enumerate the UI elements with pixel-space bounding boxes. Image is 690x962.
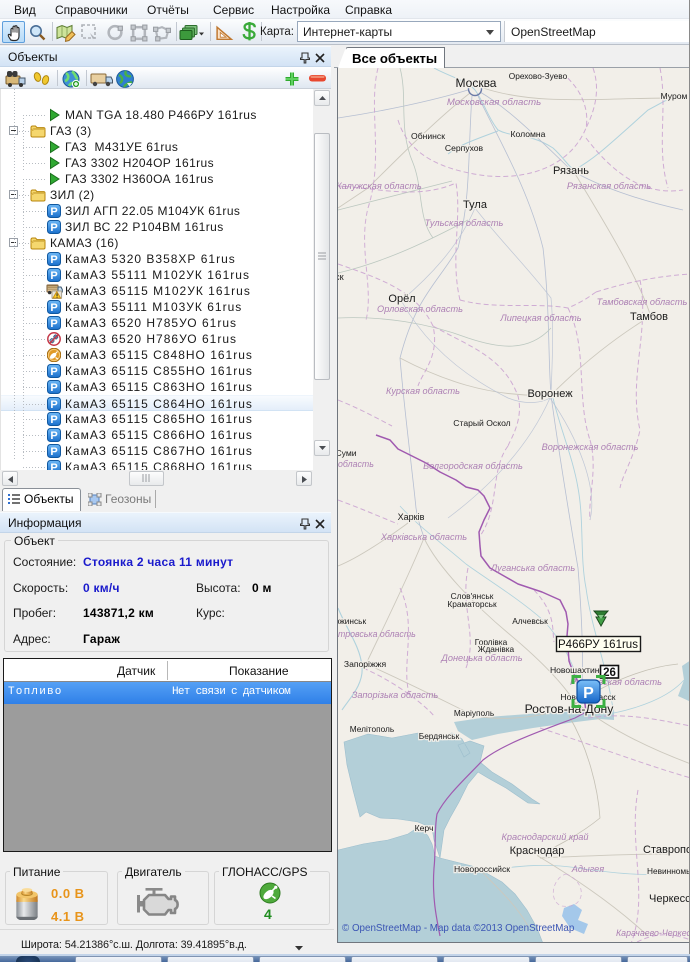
svg-text:Орехово-Зуево: Орехово-Зуево — [509, 71, 568, 81]
svg-text:Мелітополь: Мелітополь — [350, 724, 394, 734]
svg-text:Белгородская область: Белгородская область — [423, 461, 523, 471]
svg-text:P: P — [50, 366, 57, 378]
svg-text:Луганська область: Луганська область — [490, 563, 576, 573]
svg-text:P: P — [50, 462, 57, 470]
svg-text:Тула: Тула — [463, 199, 488, 211]
svg-text:Липецкая область: Липецкая область — [499, 313, 581, 323]
svg-text:Тамбовская область: Тамбовская область — [597, 297, 688, 307]
svg-text:Краматорськ: Краматорськ — [447, 599, 497, 609]
svg-text:Алчевськ: Алчевськ — [512, 616, 548, 626]
svg-text:Жданівка: Жданівка — [478, 644, 515, 654]
svg-text:Старый Оскол: Старый Оскол — [453, 418, 510, 428]
svg-text:Обнинск: Обнинск — [411, 131, 445, 141]
svg-text:Тульская область: Тульская область — [425, 218, 504, 228]
svg-text:P: P — [50, 302, 57, 314]
svg-text:Черкесск: Черкесск — [649, 893, 690, 905]
svg-text:P: P — [50, 318, 57, 330]
svg-text:Бердянськ: Бердянськ — [419, 731, 460, 741]
svg-text:P: P — [50, 399, 57, 411]
svg-text:Ростов-на-Дону: Ростов-на-Дону — [525, 702, 615, 716]
svg-text:P: P — [50, 222, 57, 234]
svg-text:P: P — [50, 430, 57, 442]
svg-text:Тамбов: Тамбов — [630, 311, 668, 323]
svg-text:Маріуполь: Маріуполь — [454, 708, 494, 718]
svg-text:© OpenStreetMap - Map data ©20: © OpenStreetMap - Map data ©2013 OpenStr… — [342, 923, 575, 934]
svg-text:Адыгея: Адыгея — [571, 864, 605, 874]
svg-text:Ставрополь: Ставрополь — [643, 844, 690, 856]
svg-text:P: P — [583, 685, 594, 702]
svg-text:Краснодарский край: Краснодарский край — [501, 832, 588, 842]
svg-text:Рязанская область: Рязанская область — [567, 181, 651, 191]
svg-text:Рязань: Рязань — [553, 165, 589, 177]
svg-text:Муром: Муром — [661, 91, 688, 101]
svg-text:Керч: Керч — [415, 823, 434, 833]
svg-text:Калужская область: Калужская область — [338, 181, 422, 191]
svg-text:Московская область: Московская область — [447, 97, 541, 108]
svg-text:Коломна: Коломна — [511, 129, 546, 139]
svg-text:Краснодар: Краснодар — [510, 845, 565, 857]
svg-text:Курская область: Курская область — [386, 386, 460, 396]
svg-text:Невинномысск: Невинномысск — [647, 866, 690, 876]
svg-text:ск: ск — [338, 272, 345, 282]
svg-text:P: P — [50, 254, 57, 266]
svg-text:Воронеж: Воронеж — [527, 388, 573, 400]
svg-text:ержинськ: ержинськ — [338, 616, 366, 626]
svg-text:P: P — [50, 414, 57, 426]
svg-text:P: P — [50, 206, 57, 218]
svg-text:Орёл: Орёл — [388, 293, 415, 305]
svg-text:Харків: Харків — [398, 512, 425, 522]
svg-text:Харківська область: Харківська область — [380, 532, 467, 542]
svg-text:Запоріжжя: Запоріжжя — [344, 659, 387, 669]
svg-text:область: область — [338, 459, 374, 469]
svg-text:Донецька область: Донецька область — [440, 653, 522, 663]
svg-text:Запорізька область: Запорізька область — [352, 690, 439, 700]
svg-text:P: P — [50, 446, 57, 458]
svg-text:Новороссийск: Новороссийск — [454, 864, 510, 874]
svg-text:Орловская область: Орловская область — [377, 304, 463, 314]
svg-text:P: P — [50, 270, 57, 282]
svg-text:Карачаево-Черкесия: Карачаево-Черкесия — [616, 928, 690, 938]
svg-text:Суми: Суми — [338, 448, 357, 458]
svg-text:Воронежская область: Воронежская область — [542, 442, 639, 452]
svg-text:Р466РУ 161rus: Р466РУ 161rus — [558, 639, 638, 651]
svg-text:Москва: Москва — [456, 76, 497, 90]
svg-text:P: P — [50, 382, 57, 394]
svg-text:Серпухов: Серпухов — [445, 143, 484, 153]
svg-text:тровська область: тровська область — [338, 629, 416, 639]
